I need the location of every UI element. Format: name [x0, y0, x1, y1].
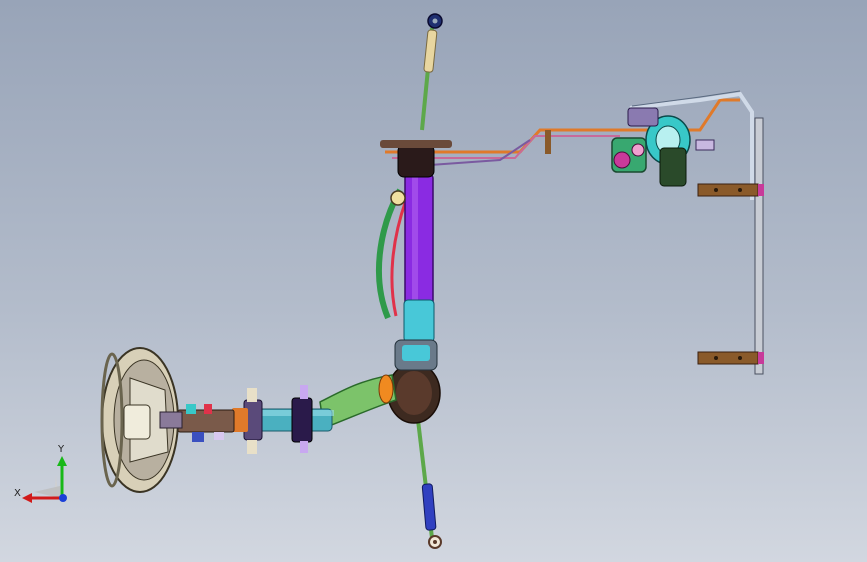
orientation-triad: Y X: [14, 444, 67, 503]
steering-system-assembly: [100, 13, 764, 549]
x-axis-label: X: [14, 488, 21, 499]
steering-wheel: [100, 347, 183, 493]
power-steering-pump: [545, 107, 715, 187]
upper-tie-rod: [420, 13, 443, 131]
steering-column: [232, 385, 334, 454]
return-hoses: [376, 188, 408, 320]
y-axis-label: Y: [57, 444, 65, 455]
steering-rack: [380, 140, 452, 343]
column-switch-cluster: [177, 404, 235, 442]
rack-fitting: [390, 190, 406, 206]
cad-viewport[interactable]: Y X: [0, 0, 867, 562]
mounting-bracket: [697, 117, 764, 375]
lower-tie-rod: [416, 419, 442, 549]
steering-gear-housing: [387, 339, 441, 424]
z-axis-dot: [59, 494, 67, 502]
